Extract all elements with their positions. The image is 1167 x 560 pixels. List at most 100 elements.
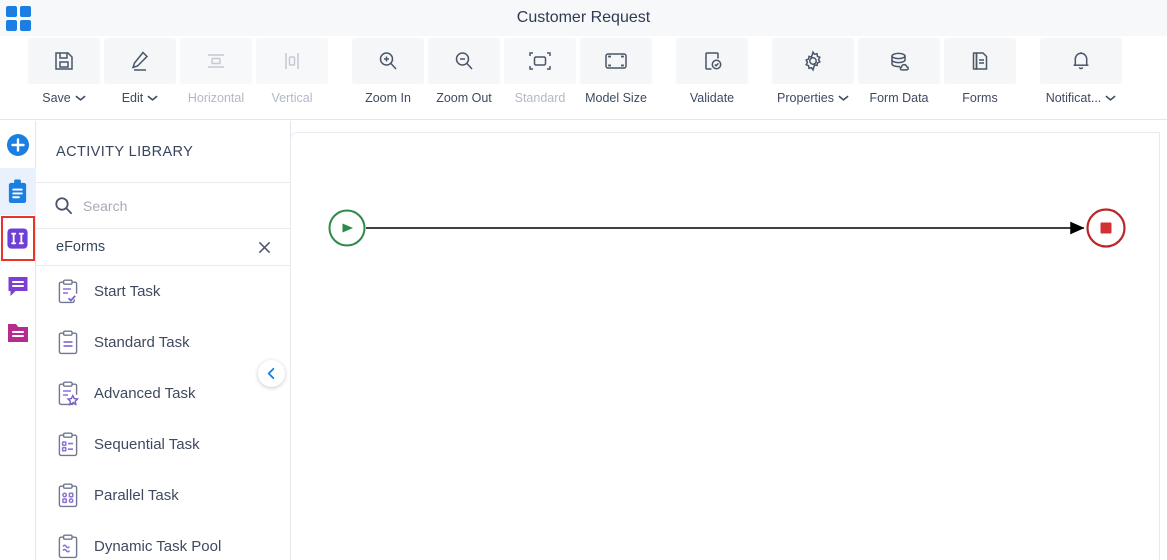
bell-icon bbox=[1073, 52, 1089, 70]
clipboard-star-icon bbox=[58, 381, 80, 406]
zoom-in-label: Zoom In bbox=[365, 91, 411, 105]
save-icon-box bbox=[28, 38, 100, 84]
clipboard-icon bbox=[8, 179, 27, 203]
properties-icon-box bbox=[772, 38, 854, 84]
model-size-label: Model Size bbox=[585, 91, 647, 105]
apps-grid-button[interactable] bbox=[0, 0, 36, 36]
zoom-in-button[interactable]: Zoom In bbox=[350, 36, 426, 114]
search-input[interactable] bbox=[83, 197, 263, 214]
vertical-label: Vertical bbox=[271, 91, 313, 105]
forms-button[interactable]: Forms bbox=[942, 36, 1018, 114]
horizontal-align-icon bbox=[208, 54, 224, 68]
title-bar: Customer Request bbox=[0, 0, 1167, 36]
vertical-align-button[interactable]: Vertical bbox=[254, 36, 330, 114]
group-row-eforms[interactable]: eForms bbox=[36, 229, 290, 266]
panel-collapse-button[interactable] bbox=[258, 360, 285, 387]
chat-bubble-icon bbox=[8, 276, 27, 296]
clipboard-wave-icon bbox=[58, 534, 78, 558]
chevron-left-icon bbox=[267, 367, 275, 380]
zoom-out-icon bbox=[455, 52, 473, 70]
standard-icon-box bbox=[504, 38, 576, 84]
list-item-label: Sequential Task bbox=[94, 436, 200, 453]
search-row[interactable] bbox=[36, 183, 290, 229]
list-item-standard-task[interactable]: Standard Task bbox=[36, 317, 290, 368]
clipboard-sequence-icon bbox=[58, 432, 78, 456]
pencil-icon bbox=[131, 51, 149, 71]
group-label: eForms bbox=[56, 239, 106, 255]
forms-label: Forms bbox=[962, 91, 998, 105]
notifications-icon-box bbox=[1040, 38, 1122, 84]
rail-item-folders[interactable] bbox=[0, 309, 36, 356]
validate-icon bbox=[705, 52, 722, 70]
model-size-icon bbox=[605, 53, 627, 69]
list-item-label: Start Task bbox=[94, 283, 161, 300]
horizontal-icon-box bbox=[180, 38, 252, 84]
horizontal-label: Horizontal bbox=[187, 91, 245, 105]
chevron-down-icon[interactable] bbox=[838, 91, 849, 105]
save-button[interactable]: Save bbox=[26, 36, 102, 114]
list-item-label: Parallel Task bbox=[94, 487, 179, 504]
chevron-down-icon[interactable] bbox=[1105, 91, 1116, 105]
model-size-button[interactable]: Model Size bbox=[578, 36, 654, 114]
start-event[interactable] bbox=[328, 209, 366, 247]
edit-label: Edit bbox=[121, 91, 144, 105]
chevron-down-icon[interactable] bbox=[147, 91, 158, 105]
list-item-start-task[interactable]: Start Task bbox=[36, 266, 290, 317]
activity-library-panel: ACTIVITY LIBRARY eForms bbox=[36, 121, 291, 560]
gear-icon bbox=[805, 50, 821, 72]
save-disk-icon bbox=[55, 52, 73, 70]
application-window: Customer Request Save Edit Horizontal Ve… bbox=[0, 0, 1167, 560]
form-data-label: Form Data bbox=[869, 91, 929, 105]
list-item-parallel-task[interactable]: Parallel Task bbox=[36, 470, 290, 521]
standard-label: Standard bbox=[514, 91, 566, 105]
zoom-out-icon-box bbox=[428, 38, 500, 84]
diagram-svg bbox=[328, 208, 1126, 248]
apps-grid-icon bbox=[5, 5, 31, 31]
database-icon bbox=[891, 52, 909, 71]
edit-button[interactable]: Edit bbox=[102, 36, 178, 114]
forms-copy-icon bbox=[972, 52, 988, 70]
list-item-sequential-task[interactable]: Sequential Task bbox=[36, 419, 290, 470]
clipboard-lines-icon bbox=[58, 330, 78, 354]
vertical-icon-box bbox=[256, 38, 328, 84]
end-event[interactable] bbox=[1086, 208, 1126, 248]
standard-size-button[interactable]: Standard bbox=[502, 36, 578, 114]
clipboard-parallel-icon bbox=[58, 483, 78, 507]
process-canvas[interactable] bbox=[291, 133, 1159, 560]
main-toolbar: Save Edit Horizontal Vertical Zoom In Zo… bbox=[0, 36, 1167, 120]
forms-icon-box bbox=[944, 38, 1016, 84]
chevron-down-icon[interactable] bbox=[75, 91, 86, 105]
left-icon-rail bbox=[0, 121, 36, 560]
notifications-label: Notificat... bbox=[1045, 91, 1102, 105]
activity-list: Start Task Standard Task Advanced Task S… bbox=[36, 266, 290, 560]
list-item-label: Standard Task bbox=[94, 334, 190, 351]
list-item-label: Advanced Task bbox=[94, 385, 196, 402]
notifications-button[interactable]: Notificat... bbox=[1038, 36, 1124, 114]
zoom-out-button[interactable]: Zoom Out bbox=[426, 36, 502, 114]
zoom-out-label: Zoom Out bbox=[436, 91, 492, 105]
edit-icon-box bbox=[104, 38, 176, 84]
horizontal-align-button[interactable]: Horizontal bbox=[178, 36, 254, 114]
close-icon[interactable] bbox=[257, 240, 272, 255]
folder-icon bbox=[7, 323, 28, 342]
vertical-align-icon bbox=[285, 53, 299, 69]
properties-label: Properties bbox=[777, 91, 834, 105]
rail-item-tasks[interactable] bbox=[0, 168, 36, 215]
list-item-label: Dynamic Task Pool bbox=[94, 538, 222, 555]
validate-label: Validate bbox=[689, 91, 735, 105]
clipboard-check-icon bbox=[58, 279, 78, 303]
model-size-icon-box bbox=[580, 38, 652, 84]
form-data-button[interactable]: Form Data bbox=[856, 36, 942, 114]
validate-button[interactable]: Validate bbox=[674, 36, 750, 114]
list-item-dynamic-task-pool[interactable]: Dynamic Task Pool bbox=[36, 521, 290, 560]
list-item-advanced-task[interactable]: Advanced Task bbox=[36, 368, 290, 419]
zoom-in-icon bbox=[379, 52, 397, 70]
panel-title: ACTIVITY LIBRARY bbox=[36, 121, 290, 183]
save-label: Save bbox=[42, 91, 71, 105]
properties-button[interactable]: Properties bbox=[770, 36, 856, 114]
form-data-icon-box bbox=[858, 38, 940, 84]
rail-item-activity-library[interactable] bbox=[0, 215, 36, 262]
rail-item-messages[interactable] bbox=[0, 262, 36, 309]
search-icon bbox=[55, 197, 73, 215]
rail-item-add[interactable] bbox=[0, 121, 36, 168]
